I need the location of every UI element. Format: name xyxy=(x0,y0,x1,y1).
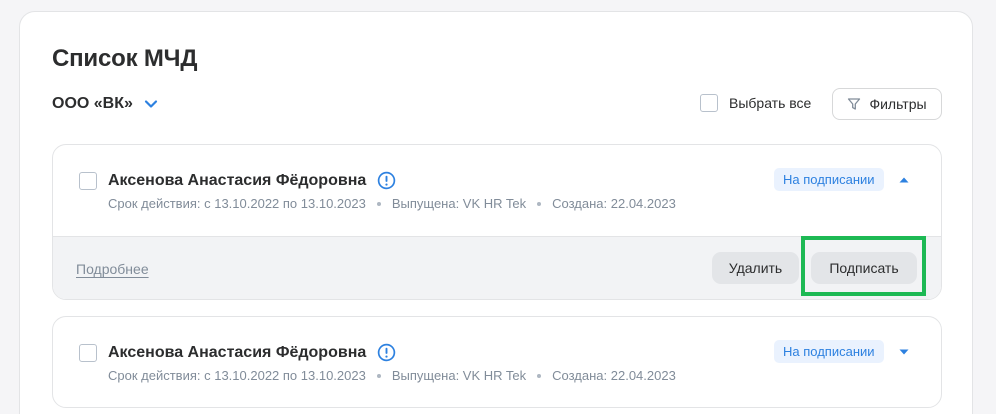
details-link[interactable]: Подробнее xyxy=(76,261,149,277)
card-meta: Срок действия: с 13.10.2022 по 13.10.202… xyxy=(108,196,676,211)
card-name: Аксенова Анастасия Фёдоровна xyxy=(108,343,367,361)
card-checkbox[interactable] xyxy=(79,172,97,190)
select-all[interactable]: Выбрать все xyxy=(700,94,811,112)
page-title: Список МЧД xyxy=(52,45,198,72)
select-all-label: Выбрать все xyxy=(729,95,812,111)
card-issuer: Выпущена: VK HR Tek xyxy=(391,368,527,383)
separator-dot xyxy=(537,373,542,378)
caret-up-icon xyxy=(899,177,909,183)
info-circle-icon[interactable] xyxy=(377,171,396,190)
status-badge: На подписании xyxy=(774,340,884,363)
select-all-checkbox[interactable] xyxy=(700,94,718,112)
filters-label: Фильтры xyxy=(869,96,927,112)
card-created: Создана: 22.04.2023 xyxy=(552,196,676,211)
card-created: Создана: 22.04.2023 xyxy=(552,368,676,383)
expand-toggle[interactable] xyxy=(896,344,912,360)
chevron-down-icon xyxy=(144,100,158,108)
sign-button[interactable]: Подписать xyxy=(811,252,917,284)
info-circle-icon[interactable] xyxy=(377,343,396,362)
delete-button[interactable]: Удалить xyxy=(712,252,799,284)
card-name-row: Аксенова Анастасия Фёдоровна xyxy=(108,343,396,362)
card-name-row: Аксенова Анастасия Фёдоровна xyxy=(108,171,396,190)
card-validity: Срок действия: с 13.10.2022 по 13.10.202… xyxy=(108,196,366,211)
caret-down-icon xyxy=(899,349,909,355)
card-validity: Срок действия: с 13.10.2022 по 13.10.202… xyxy=(108,368,366,383)
org-name: ООО «ВК» xyxy=(52,95,133,112)
card-issuer: Выпущена: VK HR Tek xyxy=(391,196,527,211)
separator-dot xyxy=(376,373,381,378)
card-meta: Срок действия: с 13.10.2022 по 13.10.202… xyxy=(108,368,676,383)
filter-icon xyxy=(848,98,861,110)
mchd-card[interactable]: Аксенова Анастасия Фёдоровна Срок действ… xyxy=(52,144,942,300)
mchd-card[interactable]: Аксенова Анастасия Фёдоровна Срок действ… xyxy=(52,316,942,408)
org-selector[interactable]: ООО «ВК» xyxy=(52,95,159,113)
card-checkbox[interactable] xyxy=(79,344,97,362)
filters-button[interactable]: Фильтры xyxy=(832,88,942,120)
separator-dot xyxy=(376,201,381,206)
card-name: Аксенова Анастасия Фёдоровна xyxy=(108,171,367,189)
mchd-list-panel: Список МЧД ООО «ВК» Выбрать все Фильтры … xyxy=(19,11,973,414)
status-badge: На подписании xyxy=(774,168,884,191)
card-actions-bar: Подробнее Удалить Подписать xyxy=(53,236,941,299)
collapse-toggle[interactable] xyxy=(896,172,912,188)
separator-dot xyxy=(537,201,542,206)
